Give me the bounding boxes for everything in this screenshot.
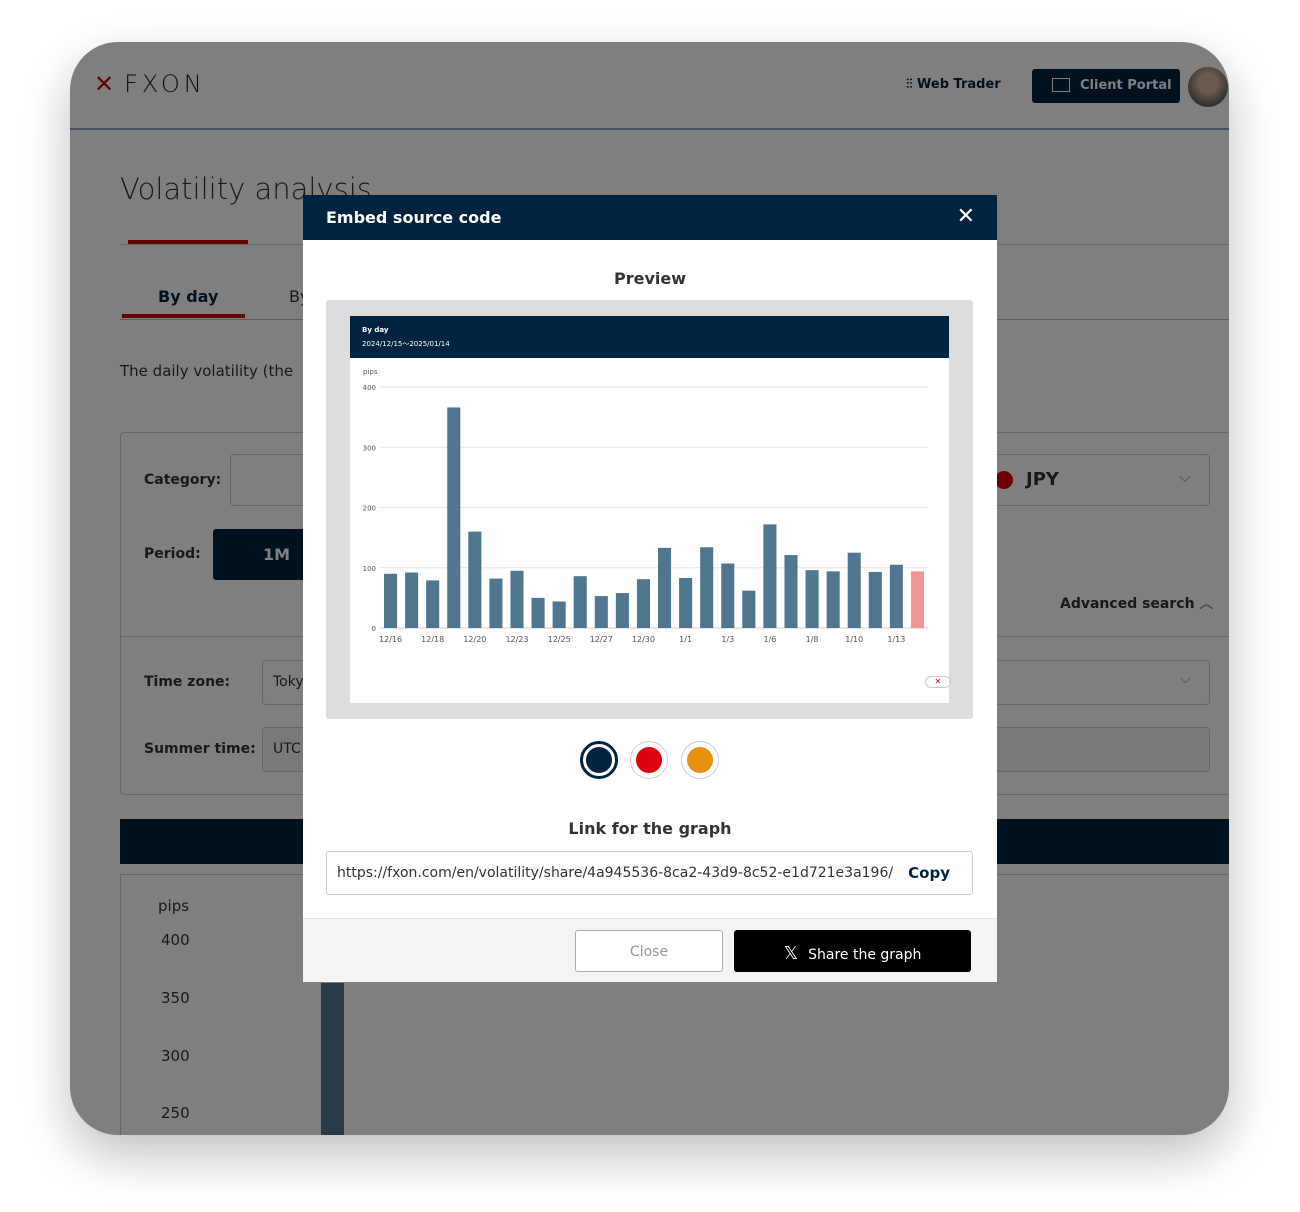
y-tick-label: 400 <box>363 384 376 392</box>
modal-header: Embed source code <box>303 195 997 240</box>
bar <box>700 547 714 628</box>
x-tick-label: 12/30 <box>632 635 655 644</box>
bar <box>552 601 566 628</box>
bar <box>763 524 777 628</box>
preview-chart-card: By day 2024/12/15～2025/01/14 pips 0 100 200… <box>350 316 951 703</box>
link-field[interactable]: https://fxon.com/en/volatility/share/4a9… <box>326 851 973 895</box>
share-graph-button[interactable]: 𝕏 Share the graph <box>734 930 971 972</box>
link-value: https://fxon.com/en/volatility/share/4a9… <box>337 865 894 881</box>
chart-subtitle: 2024/12/15～2025/01/14 <box>362 340 450 348</box>
x-tick-label: 12/25 <box>548 635 571 644</box>
modal-footer: Close 𝕏 Share the graph <box>303 918 997 982</box>
bar <box>868 571 882 628</box>
fxon-mark-icon: ✕ <box>925 676 951 688</box>
y-tick-label: 200 <box>363 505 376 513</box>
bar <box>910 571 924 628</box>
bar <box>742 590 756 628</box>
bar <box>594 596 608 628</box>
y-tick-label: 0 <box>372 625 376 633</box>
y-axis-label: pips <box>363 368 378 376</box>
x-tick-label: 12/20 <box>463 635 486 644</box>
bar <box>468 531 482 628</box>
x-tick-label: 12/27 <box>590 635 613 644</box>
bar <box>384 573 398 628</box>
bar <box>826 571 840 628</box>
color-swatch <box>687 747 713 773</box>
preview-frame: By day 2024/12/15～2025/01/14 pips 0 100 200… <box>326 300 973 719</box>
x-tick-label: 12/18 <box>421 635 444 644</box>
x-tick-label: 1/10 <box>845 635 863 644</box>
bar <box>889 564 903 628</box>
x-tick-label: 12/23 <box>505 635 528 644</box>
bar <box>405 572 419 628</box>
preview-title: Preview <box>613 269 686 288</box>
bar <box>658 547 672 628</box>
bar <box>805 570 819 628</box>
preview-bar-chart: pips 0 100 200 300 400 12/16 12/18 12/20 12/23 12/… <box>363 368 928 644</box>
bar <box>847 552 861 628</box>
color-option-orange[interactable] <box>681 741 719 779</box>
preview-chart-header: By day 2024/12/15～2025/01/14 <box>350 316 949 358</box>
bar <box>531 597 545 628</box>
x-tick-label: 1/1 <box>679 635 692 644</box>
x-tick-label: 1/13 <box>887 635 905 644</box>
color-swatch <box>586 747 612 773</box>
y-tick-label: 300 <box>363 444 376 452</box>
close-icon[interactable]: ✕ <box>957 204 975 229</box>
embed-modal: Embed source code ✕ Preview By day 2024/… <box>303 195 997 982</box>
y-tick-label: 100 <box>363 565 376 573</box>
bar <box>721 563 735 628</box>
copy-button[interactable]: Copy <box>908 864 950 882</box>
bar <box>679 577 693 628</box>
link-title: Link for the graph <box>568 819 732 838</box>
x-tick-label: 12/16 <box>379 635 402 644</box>
color-option-red[interactable] <box>630 741 668 779</box>
bar <box>426 580 440 628</box>
chart-title: By day <box>362 326 389 334</box>
color-option-navy[interactable] <box>580 741 618 779</box>
x-tick-label: 1/6 <box>763 635 776 644</box>
share-label: Share the graph <box>808 947 922 963</box>
bar <box>636 579 650 628</box>
color-swatch <box>636 747 662 773</box>
bar <box>615 593 629 628</box>
bar <box>573 576 587 628</box>
bar <box>489 578 503 628</box>
bar <box>784 555 798 628</box>
x-tick-label: 1/3 <box>721 635 734 644</box>
bar <box>447 407 461 628</box>
bar <box>510 570 524 628</box>
x-logo-icon: 𝕏 <box>783 943 799 964</box>
x-tick-label: 1/8 <box>806 635 819 644</box>
modal-title: Embed source code <box>326 208 502 227</box>
close-button[interactable]: Close <box>575 930 723 972</box>
